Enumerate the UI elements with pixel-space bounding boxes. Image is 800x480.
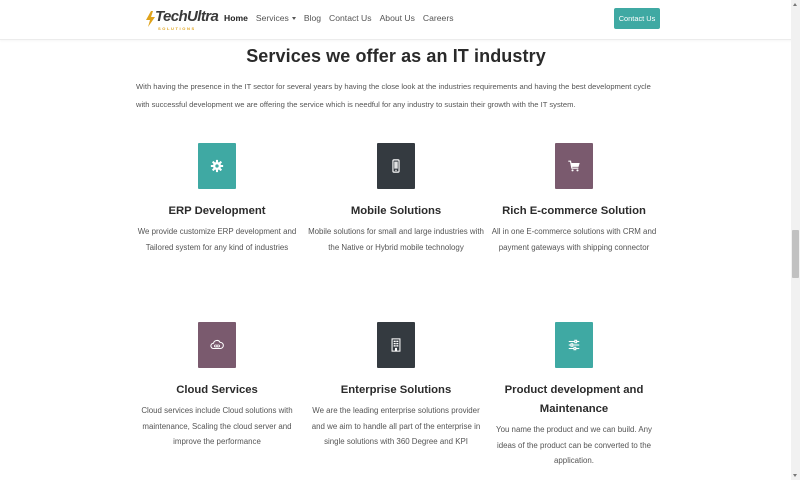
service-title: Product development and Maintenance xyxy=(504,384,644,415)
logo-text: TechUltra xyxy=(155,8,219,25)
service-card-cloud: Cloud Services Cloud services include Cl… xyxy=(129,322,305,450)
building-icon xyxy=(391,338,401,352)
service-description: Mobile solutions for small and large ind… xyxy=(308,227,484,252)
nav-careers[interactable]: Careers xyxy=(423,13,454,23)
mobile-phone-icon xyxy=(392,159,400,173)
mobile-tile xyxy=(377,143,415,189)
scrollbar-thumb[interactable] xyxy=(792,230,799,278)
chevron-down-icon xyxy=(291,17,296,20)
service-title: Rich E-commerce Solution xyxy=(502,205,646,217)
cloud-link-icon xyxy=(210,339,224,350)
shopping-cart-icon xyxy=(568,160,580,172)
nav-services[interactable]: Services xyxy=(256,13,296,23)
service-description: We are the leading enterprise solutions … xyxy=(311,406,481,446)
service-card-ecommerce: Rich E-commerce Solution All in one E-co… xyxy=(486,143,662,255)
service-description: All in one E-commerce solutions with CRM… xyxy=(491,227,657,252)
service-card-enterprise: Enterprise Solutions We are the leading … xyxy=(308,322,484,450)
service-description: You name the product and we can build. A… xyxy=(496,425,652,465)
section-intro: With having the presence in the IT secto… xyxy=(136,82,651,109)
service-card-erp: ERP Development We provide customize ERP… xyxy=(129,143,305,255)
service-description: Cloud services include Cloud solutions w… xyxy=(141,406,293,446)
service-title: ERP Development xyxy=(168,205,266,217)
main-nav: Home Services Blog Contact Us About Us C… xyxy=(224,13,462,23)
product-tile xyxy=(555,322,593,368)
scroll-up-arrow-icon[interactable] xyxy=(793,3,797,6)
scroll-down-arrow-icon[interactable] xyxy=(793,474,797,477)
nav-about-us[interactable]: About Us xyxy=(380,13,415,23)
nav-home[interactable]: Home xyxy=(224,13,248,23)
sliders-icon xyxy=(568,339,580,351)
service-card-product-development: Product development and Maintenance You … xyxy=(486,322,662,469)
cloud-tile xyxy=(198,322,236,368)
service-title: Cloud Services xyxy=(176,384,258,396)
ecommerce-tile xyxy=(555,143,593,189)
service-title: Mobile Solutions xyxy=(350,205,442,217)
gear-icon xyxy=(210,159,224,173)
contact-us-button[interactable]: Contact Us xyxy=(614,8,660,29)
service-description: We provide customize ERP development and… xyxy=(137,227,297,252)
page-scrollbar[interactable] xyxy=(791,0,800,480)
nav-contact-us[interactable]: Contact Us xyxy=(329,13,372,23)
service-card-mobile: Mobile Solutions Mobile solutions for sm… xyxy=(308,143,484,255)
erp-tile xyxy=(198,143,236,189)
service-title: Enterprise Solutions xyxy=(340,384,452,396)
enterprise-tile xyxy=(377,322,415,368)
techultra-logo[interactable]: TechUltra SOLUTIONS xyxy=(144,6,219,34)
section-title: Services we offer as an IT industry xyxy=(246,46,546,66)
logo-tagline: SOLUTIONS xyxy=(158,26,196,31)
top-navbar: TechUltra SOLUTIONS Home Services Blog C… xyxy=(0,0,800,40)
nav-blog[interactable]: Blog xyxy=(304,13,321,23)
nav-services-label: Services xyxy=(255,13,289,23)
